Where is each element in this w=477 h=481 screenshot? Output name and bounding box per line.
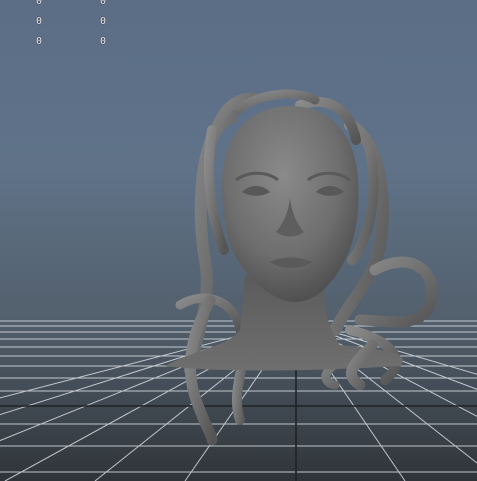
hud-value: 0 (99, 36, 107, 47)
medusa-head-model[interactable] (165, 89, 438, 446)
hud-value: 0 (99, 0, 107, 7)
hud-value: 0 (35, 0, 43, 7)
hud-value: 0 (35, 16, 43, 27)
hud-value: 0 (99, 16, 107, 27)
hud-readout: 0 0 0 0 0 0 (0, 0, 130, 51)
hud-value: 0 (35, 36, 43, 47)
3d-viewport[interactable]: 0 0 0 0 0 0 (0, 0, 477, 481)
scene-canvas[interactable] (0, 0, 477, 481)
